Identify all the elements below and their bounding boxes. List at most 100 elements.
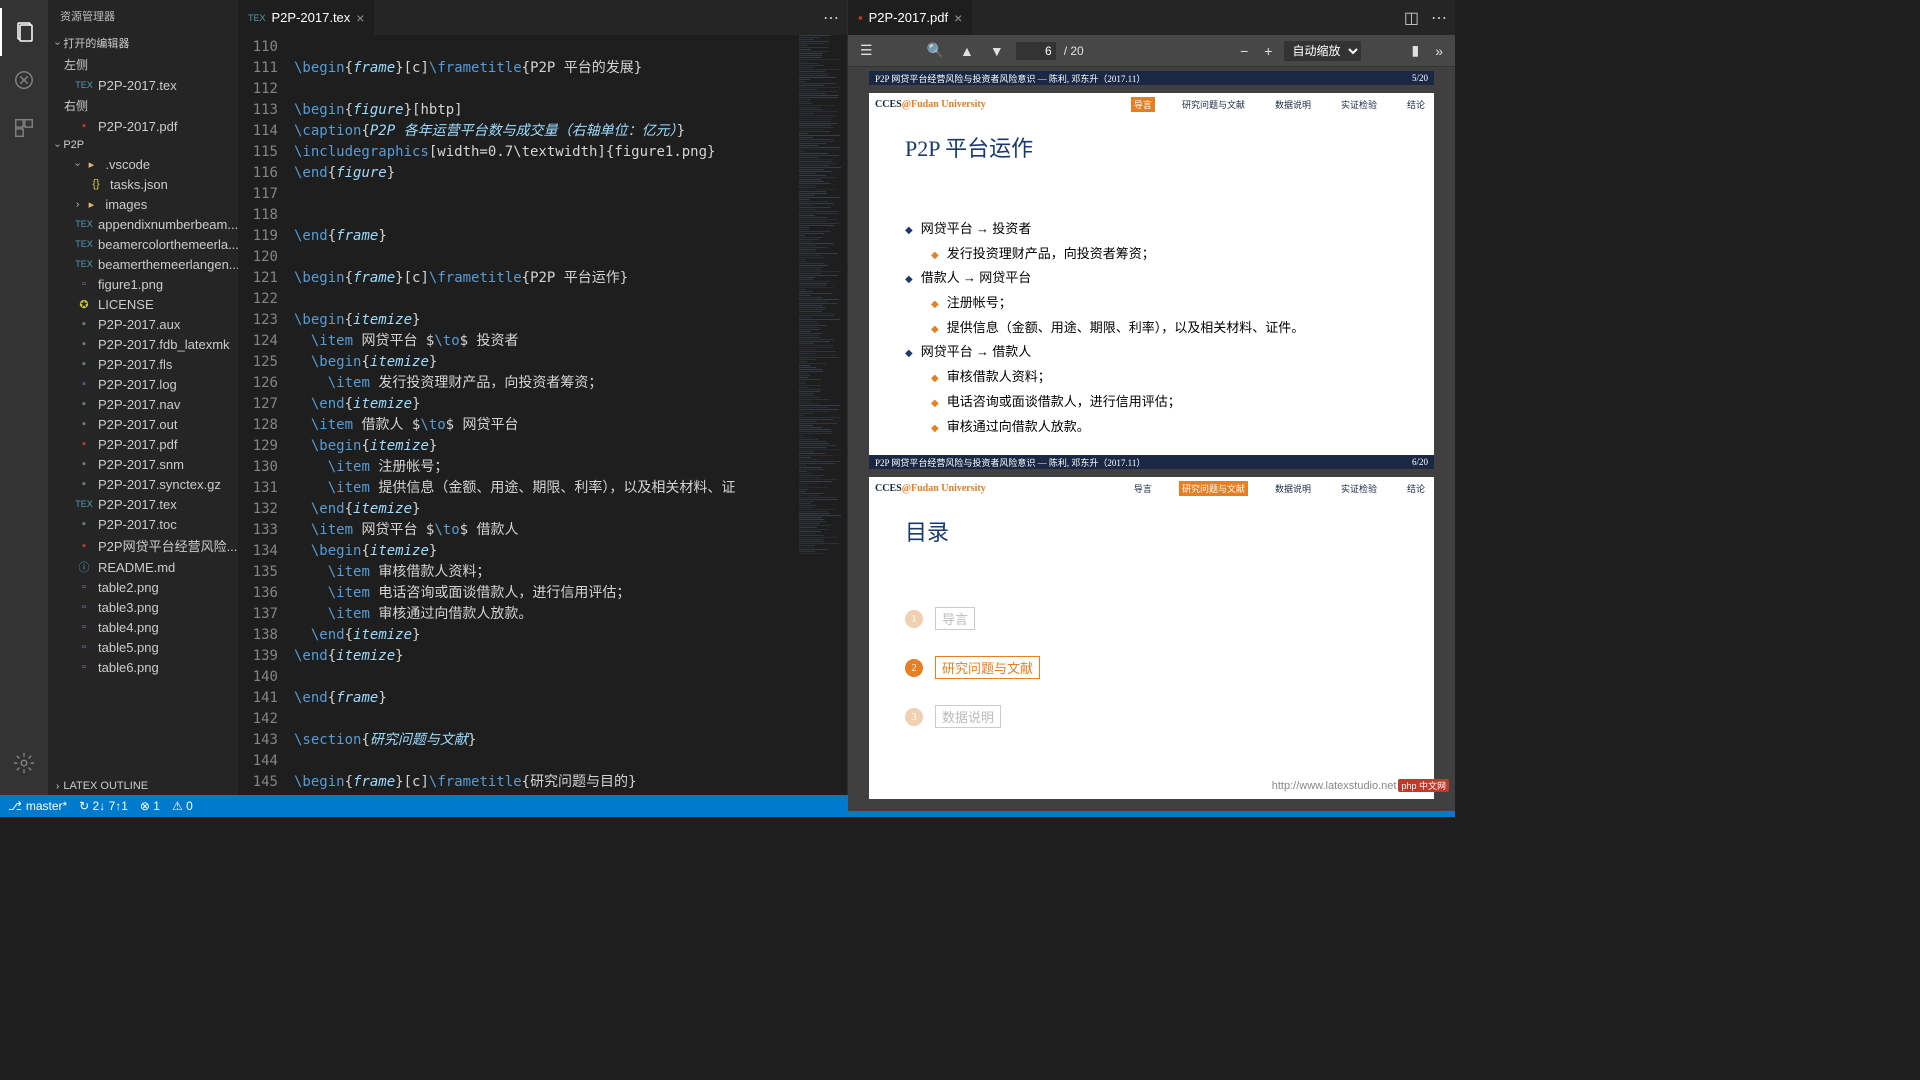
close-icon[interactable]: ×: [954, 10, 962, 26]
explorer-icon[interactable]: [0, 8, 48, 56]
zoom-out-icon[interactable]: −: [1236, 41, 1252, 61]
branch-icon: ⎇: [8, 799, 22, 813]
file-icon: ▪: [76, 316, 92, 332]
page-input[interactable]: [1016, 42, 1056, 60]
folder-vscode[interactable]: ›▸.vscode: [48, 154, 238, 174]
pdf-nav-1: 导言: [1131, 97, 1155, 112]
zoom-select[interactable]: 自动缩放: [1284, 41, 1361, 61]
file-license[interactable]: ✪LICENSE: [48, 294, 238, 314]
pdf-icon: ▪: [76, 538, 92, 554]
open-editor-pdf[interactable]: ▪P2P-2017.pdf: [48, 116, 238, 136]
bookmark-icon[interactable]: ▮: [1407, 40, 1423, 61]
file-icon: ▪: [76, 336, 92, 352]
toc-title: 目录: [905, 515, 1398, 547]
pdf-nav-3: 数据说明: [1272, 97, 1314, 112]
watermark: http://www.latexstudio.net php 中文网: [1272, 779, 1449, 792]
editor-area: TEX P2P-2017.tex × ⋯ 1101111121131141151…: [238, 0, 1455, 795]
file-tex[interactable]: TEXP2P-2017.tex: [48, 494, 238, 514]
more-icon[interactable]: ⋯: [1431, 8, 1447, 28]
folder-images[interactable]: ›▸images: [48, 194, 238, 214]
tab-pdf[interactable]: ▪ P2P-2017.pdf ×: [848, 0, 972, 35]
group-left: 左侧: [48, 54, 238, 75]
settings-icon[interactable]: [0, 739, 48, 787]
file-table6[interactable]: ▫table6.png: [48, 657, 238, 677]
image-icon: ▫: [76, 579, 92, 595]
file-beamertheme[interactable]: TEXbeamerthemeerlangen...: [48, 254, 238, 274]
image-icon: ▫: [76, 639, 92, 655]
image-icon: ▫: [76, 619, 92, 635]
tab-bar-left: TEX P2P-2017.tex × ⋯: [238, 0, 847, 35]
archive-icon: ▪: [76, 476, 92, 492]
pdf-header-text: P2P 网贷平台经营风险与投资者风险意识 — 陈利, 邓东升（2017.11）: [875, 72, 1145, 85]
warnings-count[interactable]: ⚠ 0: [172, 799, 193, 813]
pdf-page-num: 5/20: [1412, 73, 1428, 83]
file-table2[interactable]: ▫table2.png: [48, 577, 238, 597]
file-icon: ▪: [76, 456, 92, 472]
code-editor[interactable]: 1101111121131141151161171181191201211221…: [238, 35, 847, 795]
file-toc[interactable]: ▪P2P-2017.toc: [48, 514, 238, 534]
file-appendix[interactable]: TEXappendixnumberbeam...: [48, 214, 238, 234]
latex-icon[interactable]: [0, 56, 48, 104]
errors-count[interactable]: ⊗ 1: [140, 799, 160, 813]
tools-icon[interactable]: »: [1431, 41, 1447, 61]
minimap[interactable]: [797, 35, 847, 795]
info-icon: ⓘ: [76, 559, 92, 575]
file-nav[interactable]: ▪P2P-2017.nav: [48, 394, 238, 414]
folder-icon: ▸: [83, 156, 99, 172]
file-tasks[interactable]: {}tasks.json: [48, 174, 238, 194]
tab-label: P2P-2017.pdf: [869, 10, 949, 25]
pdf-viewer: ☰ 🔍 ▲ ▼ / 20 − + 自动缩放 ▮ »: [848, 35, 1455, 811]
file-readme[interactable]: ⓘREADME.md: [48, 557, 238, 577]
file-pdf[interactable]: ▪P2P-2017.pdf: [48, 434, 238, 454]
git-sync[interactable]: ↻ 2↓ 7↑1: [79, 799, 128, 813]
image-icon: ▫: [76, 659, 92, 675]
search-icon[interactable]: 🔍: [923, 40, 948, 61]
file-table5[interactable]: ▫table5.png: [48, 637, 238, 657]
pdf-content[interactable]: P2P 网贷平台经营风险与投资者风险意识 — 陈利, 邓东升（2017.11） …: [848, 67, 1455, 811]
pdf-nav-2: 研究问题与文献: [1179, 97, 1248, 112]
tab-more-icon[interactable]: ⋯: [815, 8, 847, 28]
latex-outline-header[interactable]: ›LATEX OUTLINE: [48, 777, 238, 795]
code-content[interactable]: \begin{frame}[c]\frametitle{P2P 平台的发展} \…: [294, 35, 797, 795]
git-branch[interactable]: ⎇master*: [8, 799, 67, 813]
file-beamercolor[interactable]: TEXbeamercolorthemeerla...: [48, 234, 238, 254]
tab-bar-right: ▪ P2P-2017.pdf × ◫ ⋯: [848, 0, 1455, 35]
page-total: / 20: [1064, 44, 1084, 58]
open-editors-header[interactable]: ›打开的编辑器: [48, 32, 238, 54]
extensions-icon[interactable]: [0, 104, 48, 152]
page-down-icon[interactable]: ▼: [986, 41, 1008, 61]
sidebar-title: 资源管理器: [48, 0, 238, 32]
pdf-toolbar: ☰ 🔍 ▲ ▼ / 20 − + 自动缩放 ▮ »: [848, 35, 1455, 67]
close-icon[interactable]: ×: [356, 10, 364, 26]
page-up-icon[interactable]: ▲: [956, 41, 978, 61]
pdf-brand: CCES@Fudan University: [875, 483, 986, 494]
pdf-header-text: P2P 网贷平台经营风险与投资者风险意识 — 陈利, 邓东升（2017.11）: [875, 456, 1145, 469]
file-log[interactable]: ▪P2P-2017.log: [48, 374, 238, 394]
file-longname[interactable]: ▪P2P网贷平台经营风险...: [48, 534, 238, 557]
pdf-nav-3: 数据说明: [1272, 481, 1314, 496]
sidebar-toggle-icon[interactable]: ☰: [856, 40, 877, 61]
file-synctex[interactable]: ▪P2P-2017.synctex.gz: [48, 474, 238, 494]
pdf-page-6: CCES@Fudan University 导言 研究问题与文献 数据说明 实证…: [869, 93, 1434, 469]
file-aux[interactable]: ▪P2P-2017.aux: [48, 314, 238, 334]
file-fdb[interactable]: ▪P2P-2017.fdb_latexmk: [48, 334, 238, 354]
slide-title: P2P 平台运作: [905, 131, 1398, 163]
zoom-in-icon[interactable]: +: [1260, 41, 1276, 61]
split-icon[interactable]: ◫: [1404, 8, 1419, 28]
file-out[interactable]: ▪P2P-2017.out: [48, 414, 238, 434]
log-icon: ▪: [76, 376, 92, 392]
activity-bar: [0, 0, 48, 795]
tab-tex[interactable]: TEX P2P-2017.tex ×: [238, 0, 374, 35]
toc-item-1: 1 导言: [905, 607, 1398, 630]
project-header[interactable]: ›P2P: [48, 136, 238, 154]
editor-pane-pdf: ▪ P2P-2017.pdf × ◫ ⋯ ☰ 🔍 ▲ ▼: [848, 0, 1455, 795]
file-icon: ▪: [76, 396, 92, 412]
pdf-nav-bar: CCES@Fudan University 导言 研究问题与文献 数据说明 实证…: [869, 477, 1434, 499]
image-icon: ▫: [76, 276, 92, 292]
file-snm[interactable]: ▪P2P-2017.snm: [48, 454, 238, 474]
file-table4[interactable]: ▫table4.png: [48, 617, 238, 637]
open-editor-tex[interactable]: TEXP2P-2017.tex: [48, 75, 238, 95]
file-fls[interactable]: ▪P2P-2017.fls: [48, 354, 238, 374]
file-table3[interactable]: ▫table3.png: [48, 597, 238, 617]
file-figure1[interactable]: ▫figure1.png: [48, 274, 238, 294]
